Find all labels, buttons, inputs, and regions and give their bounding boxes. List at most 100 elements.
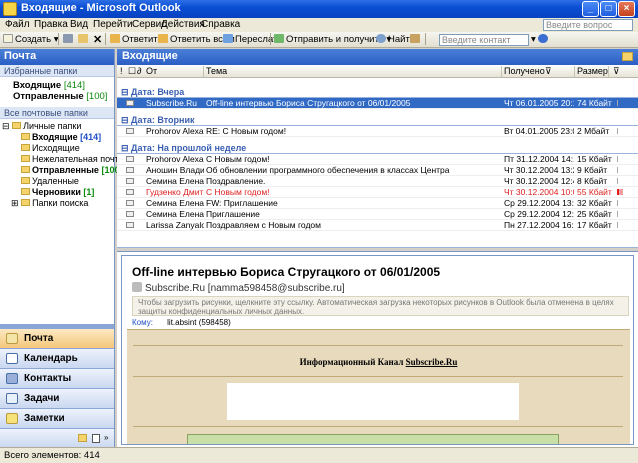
message-from: Subscribe.Ru (146, 98, 198, 108)
reply-button[interactable]: Ответить (110, 33, 163, 47)
help-button[interactable] (538, 33, 550, 47)
channel-link[interactable]: Subscribe.Ru (406, 357, 458, 367)
download-pictures-infobar[interactable]: Чтобы загрузить рисунки, щелкните эту сс… (132, 296, 629, 316)
flag-icon[interactable] (617, 200, 623, 206)
folder-search[interactable]: ⊞ Папки поиска (0, 198, 114, 209)
address-book-button[interactable] (410, 33, 422, 47)
column-subject[interactable]: Тема (206, 66, 227, 76)
folder-sent[interactable]: Отправленные [100] (0, 165, 122, 176)
favorite-sent[interactable]: Отправленные [100] (0, 91, 114, 102)
type-column-icon[interactable]: ☐ (128, 66, 136, 77)
nav-button-label: Почта (24, 333, 54, 344)
nav-button-mail[interactable]: Почта (0, 328, 114, 348)
create-button[interactable]: Создать ▾ (3, 33, 59, 47)
flag-icon[interactable] (617, 178, 623, 184)
message-size: 8 Кбайт (577, 176, 608, 186)
flag-icon[interactable] (617, 156, 623, 162)
attachment-column-icon[interactable]: ∂ (137, 66, 141, 76)
flag-icon[interactable] (617, 128, 623, 134)
group-label: Дата: На прошлой неделе (131, 143, 247, 153)
message-row[interactable]: Аношин Владим... Об обновлении программн… (117, 165, 638, 176)
envelope-icon (126, 156, 134, 162)
column-headers: ! ☐ ∂ От Тема Получено ⊽ Размер ⊽ (117, 65, 638, 78)
nav-button-notes[interactable]: Заметки (0, 408, 114, 428)
delete-button[interactable]: ✕ (93, 33, 102, 47)
favorite-inbox[interactable]: Входящие [414] (0, 80, 114, 91)
find-contact-input[interactable]: Введите контакт (439, 34, 529, 46)
nav-button-label: Задачи (24, 393, 60, 404)
print-button[interactable] (63, 33, 75, 47)
menu-go[interactable]: Перейти (93, 19, 133, 30)
message-row[interactable]: Семина Елена С... FW: Приглашение Ср 29.… (117, 198, 638, 209)
folder-icon (21, 155, 30, 162)
preview-to: Кому: lit.absint (598458) (132, 318, 231, 327)
nav-button-tasks[interactable]: Задачи (0, 388, 114, 408)
message-subject: С Новым годом! (206, 187, 270, 197)
contact-dropdown-button[interactable]: ▾ (531, 33, 536, 47)
nav-button-contacts[interactable]: Контакты (0, 368, 114, 388)
importance-column-icon[interactable]: ! (120, 66, 123, 76)
close-button[interactable]: × (618, 1, 635, 17)
column-received[interactable]: Получено (504, 66, 545, 76)
message-received: Ср 29.12.2004 12:54 (504, 209, 574, 219)
folder-drafts[interactable]: Черновики [1] (0, 187, 114, 198)
envelope-icon (126, 200, 134, 206)
folder-outbox[interactable]: Исходящие (0, 143, 114, 154)
menu-edit[interactable]: Правка (34, 19, 68, 30)
message-subject: Приглашение (206, 209, 260, 219)
message-row[interactable]: Subscribe.Ru Off-line интервью Бориса Ст… (117, 98, 638, 109)
column-from[interactable]: От (146, 66, 157, 76)
message-received: Чт 30.12.2004 12:48 (504, 176, 574, 186)
envelope-icon (126, 222, 134, 228)
nav-button-calendar[interactable]: Календарь (0, 348, 114, 368)
status-bar: Всего элементов: 414 (0, 447, 638, 463)
message-row[interactable]: Larissa Zanyalova Поздравляем с Новым го… (117, 220, 638, 231)
menu-file[interactable]: Файл (5, 19, 30, 30)
minimize-button[interactable]: _ (582, 1, 599, 17)
folder-deleted[interactable]: Удаленные (0, 176, 114, 187)
nav-footer-bar: » (0, 428, 114, 448)
channel-title: Информационный Канал Subscribe.Ru (127, 357, 630, 367)
message-row[interactable]: Семина Елена С... Поздравление. Чт 30.12… (117, 176, 638, 187)
column-flag-icon[interactable]: ⊽ (613, 66, 620, 77)
maximize-button[interactable]: □ (600, 1, 617, 17)
message-subject: FW: Приглашение (206, 198, 278, 208)
title-bar: Входящие - Microsoft Outlook _ □ × (0, 0, 638, 18)
preview-from[interactable]: Subscribe.Ru [namma598458@subscribe.ru] (132, 282, 345, 294)
folder-count: [1] (83, 187, 95, 197)
menu-actions[interactable]: Действия (161, 19, 205, 30)
configure-buttons-icon[interactable]: » (104, 433, 108, 442)
menu-view[interactable]: Вид (70, 19, 88, 30)
reply-label: Ответить (122, 34, 163, 45)
folder-inbox[interactable]: Входящие [414] (0, 132, 114, 143)
folder-junk[interactable]: Нежелательная почта (0, 154, 124, 165)
message-row[interactable]: Prohorov Alexandr С Новым годом! Пт 31.1… (117, 154, 638, 165)
shortcuts-icon[interactable] (92, 434, 100, 443)
help-icon (538, 34, 548, 43)
group-label: Дата: Вчера (131, 87, 185, 97)
flag-icon[interactable] (617, 100, 623, 106)
group-header[interactable]: ⊟ Дата: На прошлой неделе (117, 143, 638, 154)
group-header[interactable]: ⊟ Дата: Вчера (117, 87, 638, 98)
send-receive-button[interactable]: Отправить и получить ▾ (274, 33, 391, 47)
expand-icon[interactable]: ⊞ (11, 198, 19, 208)
menu-help[interactable]: Справка (201, 19, 240, 30)
collapse-icon[interactable]: ⊟ (2, 121, 10, 131)
folder-personal[interactable]: ⊟ Личные папки (0, 121, 114, 132)
message-row[interactable]: Prohorov Alexandr RE: С Новым годом! Вт … (117, 126, 638, 137)
folder-list-icon[interactable] (78, 434, 87, 442)
flag-icon[interactable] (617, 211, 623, 217)
new-mail-icon (3, 34, 13, 43)
message-preview: Off-line интервью Бориса Стругацкого от … (121, 255, 634, 445)
flag-icon[interactable] (617, 167, 623, 173)
flag-icon[interactable] (617, 222, 623, 228)
column-size[interactable]: Размер (577, 66, 608, 76)
message-size: 25 Кбайт (577, 209, 612, 219)
red-flag-icon[interactable] (617, 189, 623, 195)
help-question-input[interactable]: Введите вопрос (543, 19, 633, 31)
envelope-icon (126, 100, 134, 106)
group-header[interactable]: ⊟ Дата: Вторник (117, 115, 638, 126)
message-row[interactable]: Семина Елена С... Приглашение Ср 29.12.2… (117, 209, 638, 220)
move-button[interactable] (78, 33, 90, 47)
message-row[interactable]: Гудзенко Дмитр... С Новым годом! Чт 30.1… (117, 187, 638, 198)
